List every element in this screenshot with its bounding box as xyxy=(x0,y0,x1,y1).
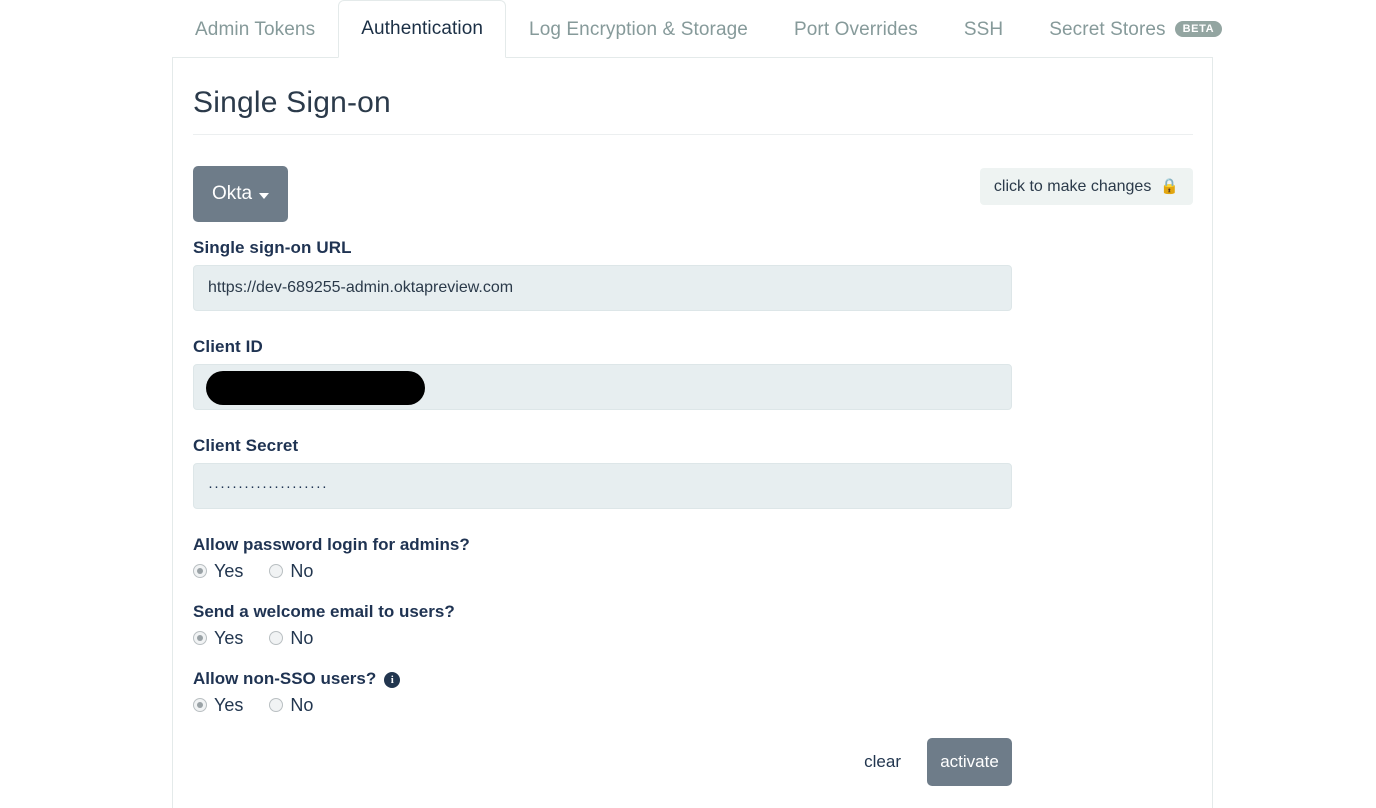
lock-button-label: click to make changes xyxy=(993,177,1152,195)
allow-password-login-label: Allow password login for admins? xyxy=(193,535,1193,555)
title-divider xyxy=(193,134,1193,135)
send-welcome-email-no-radio[interactable] xyxy=(269,631,284,645)
tab-label: Admin Tokens xyxy=(195,18,316,40)
tab-label: Secret Stores xyxy=(1049,18,1166,40)
question-text: Allow non-SSO users? xyxy=(193,669,377,688)
settings-tab-bar: Admin Tokens Authentication Log Encrypti… xyxy=(0,0,1376,58)
tab-label: Port Overrides xyxy=(793,18,918,40)
send-welcome-email-yes-label[interactable]: Yes xyxy=(214,628,243,649)
tab-ssh[interactable]: SSH xyxy=(941,0,1026,58)
chevron-down-icon xyxy=(259,193,270,199)
sso-url-value: https://dev-689255-admin.oktapreview.com xyxy=(208,279,514,296)
allow-non-sso-users-yes-radio[interactable] xyxy=(193,698,207,712)
send-welcome-email-radio-group: Yes No xyxy=(193,626,1193,650)
provider-row: Okta click to make changes 🔒 xyxy=(193,166,1193,238)
allow-password-login-yes-label[interactable]: Yes xyxy=(214,561,243,582)
tab-label: Log Encryption & Storage xyxy=(529,18,748,40)
tab-label: Authentication xyxy=(361,18,484,39)
send-welcome-email-label: Send a welcome email to users? xyxy=(193,602,1193,622)
client-secret-input[interactable]: ···················· xyxy=(193,463,1012,509)
question-text: Allow password login for admins? xyxy=(193,535,470,554)
panel-content: Single Sign-on Okta click to make change… xyxy=(173,58,1212,786)
client-secret-value: ···················· xyxy=(208,477,328,495)
send-welcome-email-no-label[interactable]: No xyxy=(290,628,313,649)
tab-admin-tokens[interactable]: Admin Tokens xyxy=(172,0,338,58)
tab-authentication[interactable]: Authentication xyxy=(338,0,507,58)
client-id-label: Client ID xyxy=(193,337,263,356)
allow-non-sso-users-no-label[interactable]: No xyxy=(290,695,313,716)
lock-icon: 🔒 xyxy=(1160,178,1179,195)
client-secret-label: Client Secret xyxy=(193,436,299,455)
allow-password-login-yes-radio[interactable] xyxy=(193,564,207,578)
beta-badge: BETA xyxy=(1174,20,1223,37)
tab-port-overrides[interactable]: Port Overrides xyxy=(771,0,941,58)
info-icon[interactable]: i xyxy=(384,672,401,688)
question-text: Send a welcome email to users? xyxy=(193,602,455,621)
clear-button[interactable]: clear xyxy=(860,746,905,778)
sso-form: Single sign-on URL https://dev-689255-ad… xyxy=(193,238,1193,786)
form-actions: clear activate xyxy=(193,738,1012,786)
allow-non-sso-users-yes-label[interactable]: Yes xyxy=(214,695,243,716)
allow-password-login-no-radio[interactable] xyxy=(269,564,284,578)
client-id-input[interactable] xyxy=(193,364,1012,410)
sso-url-label: Single sign-on URL xyxy=(193,238,352,257)
click-to-make-changes-button[interactable]: click to make changes 🔒 xyxy=(979,168,1193,205)
sso-provider-dropdown[interactable]: Okta xyxy=(193,166,288,222)
tab-secret-stores[interactable]: Secret Stores BETA xyxy=(1026,0,1245,58)
redaction-overlay xyxy=(206,371,425,405)
page-title: Single Sign-on xyxy=(193,86,391,119)
authentication-panel: Single Sign-on Okta click to make change… xyxy=(172,57,1213,808)
allow-non-sso-users-no-radio[interactable] xyxy=(269,698,284,712)
activate-button[interactable]: activate xyxy=(927,738,1012,786)
sso-url-input[interactable]: https://dev-689255-admin.oktapreview.com xyxy=(193,265,1012,311)
allow-non-sso-users-radio-group: Yes No xyxy=(193,693,1193,717)
app-root: Admin Tokens Authentication Log Encrypti… xyxy=(0,0,1376,808)
allow-password-login-radio-group: Yes No xyxy=(193,559,1193,583)
provider-label: Okta xyxy=(211,183,253,204)
send-welcome-email-yes-radio[interactable] xyxy=(193,631,207,645)
allow-password-login-no-label[interactable]: No xyxy=(290,561,313,582)
tab-label: SSH xyxy=(963,18,1004,40)
allow-non-sso-users-label: Allow non-SSO users? i xyxy=(193,669,1193,689)
tab-log-encryption-storage[interactable]: Log Encryption & Storage xyxy=(506,0,771,58)
